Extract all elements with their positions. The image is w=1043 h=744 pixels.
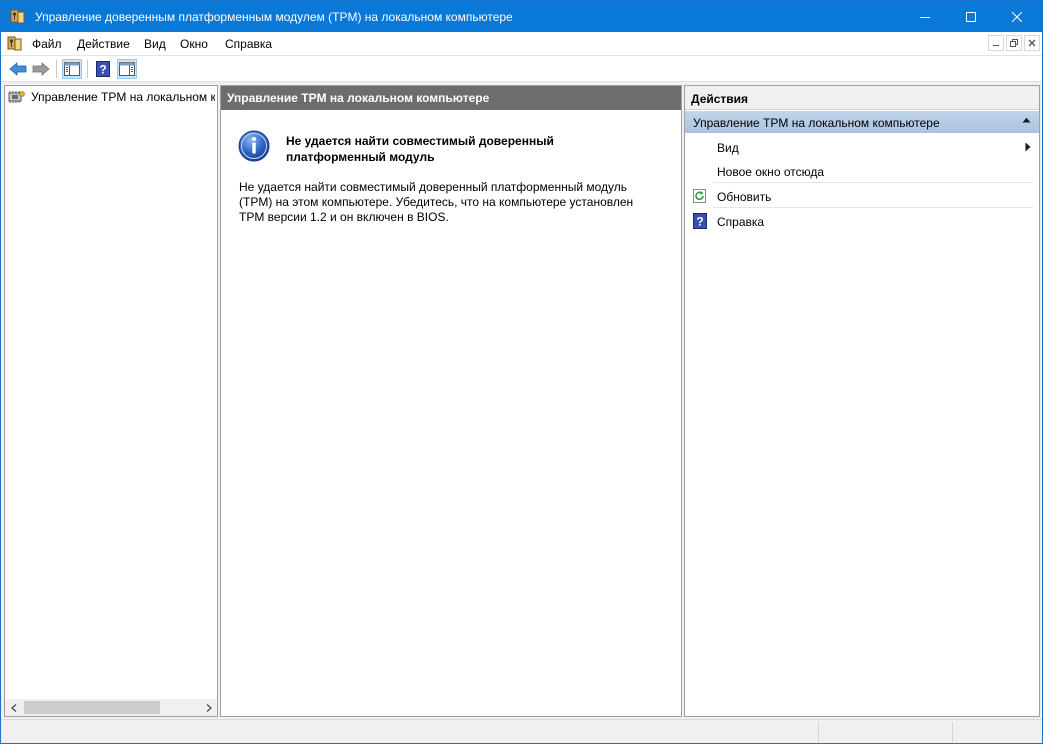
info-icon [238, 130, 270, 162]
action-label: Обновить [717, 190, 772, 204]
collapse-arrow-icon[interactable] [1022, 117, 1031, 123]
show-hide-action-pane-button[interactable] [117, 59, 137, 79]
menu-help[interactable]: Справка [225, 37, 272, 51]
window-title: Управление доверенным платформенным моду… [35, 10, 513, 24]
menu-view[interactable]: Вид [144, 37, 166, 51]
svg-text:?: ? [696, 215, 703, 229]
toolbar: ? [1, 55, 1042, 82]
results-pane: Управление TPM на локальном компьютере Н… [220, 85, 682, 717]
forward-button[interactable] [31, 59, 51, 79]
maximize-button[interactable] [948, 1, 994, 32]
mmc-window: Управление доверенным платформенным моду… [0, 0, 1043, 744]
help-icon: ? [693, 213, 707, 229]
tpm-app-icon [10, 9, 25, 24]
tpm-chip-icon [8, 91, 25, 103]
status-cell [952, 722, 1040, 742]
forward-arrow-icon [32, 62, 50, 76]
action-label: Вид [717, 141, 739, 155]
actions-group-header[interactable]: Управление TPM на локальном компьютере [685, 111, 1039, 133]
actions-pane-header: Действия [685, 86, 1039, 110]
minimize-button[interactable] [902, 1, 948, 32]
help-button[interactable]: ? [93, 59, 113, 79]
menu-action[interactable]: Действие [77, 37, 130, 51]
show-hide-action-pane-icon [119, 62, 135, 76]
refresh-icon [693, 189, 706, 203]
maximize-icon [966, 11, 976, 22]
error-description: Не удается найти совместимый доверенный … [239, 180, 634, 224]
action-label: Новое окно отсюда [717, 165, 825, 179]
scrollbar-thumb[interactable] [24, 701, 160, 714]
status-bar [1, 719, 1042, 743]
action-label: Справка [717, 215, 765, 229]
toolbar-separator [87, 60, 88, 78]
actions-pane: Действия Управление TPM на локальном ком… [684, 85, 1040, 717]
status-cell [818, 722, 952, 742]
chevron-right-icon [206, 703, 212, 712]
submenu-arrow-icon [1025, 142, 1031, 152]
title-bar[interactable]: Управление доверенным платформенным моду… [1, 1, 1042, 32]
error-heading: Не удается найти совместимый доверенный … [286, 134, 554, 164]
svg-text:?: ? [99, 63, 106, 77]
minimize-icon [993, 45, 999, 46]
horizontal-scrollbar[interactable] [5, 699, 217, 716]
mdi-restore-button[interactable] [1006, 35, 1022, 51]
tree-item-tpm-management[interactable]: Управление TPM на локальном компьютере [7, 88, 215, 106]
action-separator [713, 207, 1033, 208]
menu-bar: Файл Действие Вид Окно Справка [1, 32, 1042, 55]
show-hide-tree-button[interactable] [62, 59, 82, 79]
back-arrow-icon [9, 62, 27, 76]
back-button[interactable] [8, 59, 28, 79]
action-new-window[interactable]: Новое окно отсюда [685, 159, 1039, 183]
chevron-left-icon [10, 703, 16, 712]
help-icon: ? [96, 61, 110, 77]
action-help[interactable]: ? Справка [685, 209, 1039, 233]
show-hide-tree-icon [64, 62, 80, 76]
action-refresh[interactable]: Обновить [685, 184, 1039, 208]
console-tree-pane: Управление TPM на локальном компьютере [4, 85, 218, 717]
close-button[interactable] [994, 1, 1040, 32]
results-content: Не удается найти совместимый доверенный … [221, 110, 681, 716]
toolbar-separator [56, 60, 57, 78]
actions-group-label: Управление TPM на локальном компьютере [693, 116, 940, 130]
mdi-close-button[interactable] [1024, 35, 1040, 51]
menu-window[interactable]: Окно [180, 37, 208, 51]
action-view[interactable]: Вид [685, 135, 1039, 159]
minimize-icon [920, 16, 930, 18]
restore-icon [1010, 39, 1018, 47]
scroll-right-button[interactable] [200, 699, 217, 716]
close-icon [1012, 11, 1022, 22]
system-menu-icon[interactable] [7, 36, 23, 52]
action-separator [713, 182, 1033, 183]
scroll-left-button[interactable] [5, 699, 22, 716]
mdi-window-controls [988, 35, 1040, 52]
mdi-minimize-button[interactable] [988, 35, 1004, 51]
menu-file[interactable]: Файл [32, 37, 62, 51]
tree-item-label: Управление TPM на локальном компьютере [31, 90, 215, 104]
close-icon [1028, 39, 1036, 47]
results-pane-header: Управление TPM на локальном компьютере [221, 86, 681, 110]
